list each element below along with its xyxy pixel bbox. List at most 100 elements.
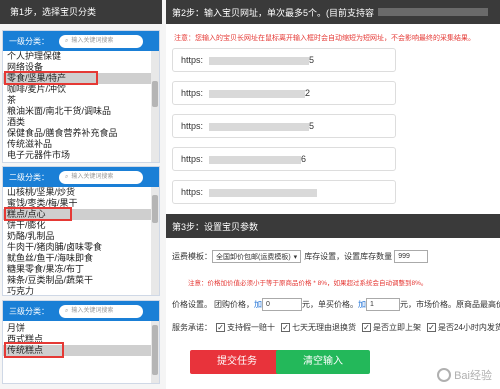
category-level1-header: 一级分类： ⌕ 输入关键词搜索 — [3, 31, 159, 51]
url-prefix: https: — [181, 88, 204, 98]
list-item[interactable]: 传统糕点 — [3, 345, 159, 356]
scrollbar[interactable] — [151, 321, 159, 383]
search-icon: ⌕ — [65, 173, 69, 180]
list-item[interactable]: 山核桃/坚果/炒货 — [3, 187, 159, 198]
check-icon: ✓ — [427, 322, 436, 332]
list-item[interactable]: 糕点/点心 — [3, 209, 159, 220]
watermark-logo-icon — [437, 368, 452, 382]
service-checkbox-label: 七天无理由退换货 — [292, 323, 356, 332]
scrollbar-thumb[interactable] — [152, 325, 158, 375]
list-item[interactable]: 奶酪/乳制品 — [3, 231, 159, 242]
shipping-select-value: 全国卸价包邮(运费模板) — [216, 253, 291, 261]
url-input[interactable]: https: 5 — [172, 48, 396, 72]
category-level2-list[interactable]: 山核桃/坚果/炒货 蜜饯/枣类/梅/果干 糕点/点心 饼干/膨化 奶酪/乳制品 牛肉干/猪… — [3, 187, 159, 295]
search-placeholder: 输入关键词搜索 — [71, 307, 114, 314]
list-item[interactable]: 西式糕点 — [3, 334, 159, 345]
blurred-region — [209, 155, 302, 164]
category-panel: 第1步，选择宝贝分类 一级分类： ⌕ 输入关键词搜索 个人护理保健 网络设备 零食/… — [0, 0, 162, 389]
service-checkbox[interactable]: ✓ 是否24小时内发货 — [427, 322, 500, 333]
url-suffix: 5 — [309, 121, 315, 131]
blurred-region — [209, 56, 310, 65]
stock-input[interactable]: 999 — [394, 250, 429, 263]
category-level2-search[interactable]: ⌕ 输入关键词搜索 — [59, 170, 143, 184]
url-input[interactable]: https: 2 — [172, 81, 396, 105]
url-input[interactable]: https: 5 — [172, 114, 396, 138]
url-prefix: https: — [181, 121, 204, 131]
single-price-input[interactable]: 1 — [366, 298, 400, 311]
market-price-label: 元，市场价格。 — [400, 300, 456, 309]
list-item[interactable]: 电子元器件市场 — [3, 150, 159, 161]
scrollbar[interactable] — [151, 187, 159, 295]
list-item[interactable]: 辣条/豆类制品/蔬菜干 — [3, 275, 159, 286]
search-icon: ⌕ — [65, 37, 69, 44]
scrollbar-thumb[interactable] — [152, 195, 158, 223]
category-level1-label: 一级分类： — [9, 36, 49, 46]
service-checkbox-label: 是否立即上架 — [373, 323, 421, 332]
group-price-input[interactable]: 0 — [262, 298, 302, 311]
service-checkbox-label: 是否24小时内发货 — [438, 323, 500, 332]
blurred-region — [378, 8, 489, 16]
blurred-region — [209, 188, 318, 197]
url-suffix: 2 — [305, 88, 311, 98]
price-note: 注意：价格加价值必须小于等于原商品价格 * 8%，如果超过系统会自动调整到8%。 — [188, 280, 428, 287]
clear-input-button[interactable]: 清空输入 — [276, 350, 370, 374]
service-checkbox[interactable]: ✓ 支持假一赔十 — [216, 322, 275, 333]
list-item[interactable]: 饼干/膨化 — [3, 220, 159, 231]
list-item[interactable]: 酒类 — [3, 117, 159, 128]
list-item[interactable]: 鱿鱼丝/鱼干/海味即食 — [3, 253, 159, 264]
list-item[interactable]: 茶 — [3, 95, 159, 106]
category-level3-search[interactable]: ⌕ 输入关键词搜索 — [59, 304, 143, 318]
step2-note: 注意：您输入的宝贝长网址在鼠标离开输入框时会自动缩短为短网址，不会影响最终的采集… — [174, 35, 475, 42]
list-item[interactable]: 月饼 — [3, 323, 159, 334]
url-input[interactable]: https: — [172, 180, 396, 204]
step3-label: 第3步：设置宝贝参数 — [172, 221, 259, 232]
category-level2-header: 二级分类： ⌕ 输入关键词搜索 — [3, 167, 159, 187]
url-suffix: 6 — [301, 154, 307, 164]
search-icon: ⌕ — [65, 307, 69, 314]
price-label: 价格设置。 — [172, 300, 212, 309]
service-checkbox[interactable]: ✓ 是否立即上架 — [362, 322, 421, 333]
list-item[interactable]: 牛肉干/猪肉脯/卤味零食 — [3, 242, 159, 253]
list-item[interactable]: 咖啡/麦片/冲饮 — [3, 84, 159, 95]
shipping-row: 运费模板： 全国卸价包邮(运费模板) ▾ 库存设置，设置库存数量 999 — [172, 250, 429, 263]
list-item[interactable]: 糖果零食/果冻/布丁 — [3, 264, 159, 275]
group-plus-label: 加 — [254, 300, 262, 309]
submit-task-button[interactable]: 提交任务 — [190, 350, 284, 374]
list-item[interactable]: 网络设备 — [3, 62, 159, 73]
list-item[interactable]: 传统滋补品 — [3, 139, 159, 150]
list-item[interactable]: 个人护理保健 — [3, 51, 159, 62]
list-item[interactable]: 巧克力 — [3, 286, 159, 295]
watermark-text: Bai经验 — [454, 370, 492, 382]
service-label: 服务承诺： — [172, 323, 212, 332]
service-checkbox-group: ✓ 支持假一赔十 ✓ 七天无理由退换货 ✓ 是否立即上架 ✓ 是否24小时内发货 — [216, 322, 500, 333]
service-checkbox[interactable]: ✓ 七天无理由退换货 — [281, 322, 356, 333]
shipping-select[interactable]: 全国卸价包邮(运费模板) ▾ — [212, 250, 302, 263]
service-checkbox-label: 支持假一赔十 — [227, 323, 275, 332]
shipping-label: 运费模板： — [172, 252, 212, 261]
blurred-region — [209, 89, 306, 98]
category-level3: 三级分类： ⌕ 输入关键词搜索 月饼 西式糕点 传统糕点 — [2, 300, 160, 384]
watermark: Bai经验 — [437, 367, 492, 383]
group-unit-label: 元 — [302, 300, 310, 309]
search-placeholder: 输入关键词搜索 — [71, 37, 114, 44]
service-row: 服务承诺： ✓ 支持假一赔十 ✓ 七天无理由退换货 ✓ 是否立即上架 ✓ 是否24小时内发货 — [172, 322, 500, 333]
check-icon: ✓ — [281, 322, 290, 332]
scrollbar[interactable] — [151, 51, 159, 162]
category-level1-list[interactable]: 个人护理保健 网络设备 零食/坚果/特产 咖啡/麦片/冲饮茶粮油米面/南北干货/调味品… — [3, 51, 159, 161]
list-item[interactable]: 保健食品/膳食营养补充食品 — [3, 128, 159, 139]
list-item[interactable]: 零食/坚果/特产 — [3, 73, 159, 84]
step2-label: 第2步：输入宝贝网址，单次最多5个。(目前支持容 — [172, 7, 375, 18]
check-icon: ✓ — [362, 322, 371, 332]
category-level2: 二级分类： ⌕ 输入关键词搜索 山核桃/坚果/炒货 蜜饯/枣类/梅/果干 糕点/点心… — [2, 166, 160, 296]
list-item[interactable]: 蜜饯/枣类/梅/果干 — [3, 198, 159, 209]
list-item[interactable]: 粮油米面/南北干货/调味品 — [3, 106, 159, 117]
price-row: 价格设置。 团购价格， 加 0 元 ，单买价格。 加 1 元，市场价格。 原商品… — [172, 298, 500, 311]
url-prefix: https: — [181, 154, 204, 164]
category-level1-search[interactable]: ⌕ 输入关键词搜索 — [59, 34, 143, 48]
scrollbar-thumb[interactable] — [152, 81, 158, 107]
url-input[interactable]: https: 6 — [172, 147, 396, 171]
category-level3-header: 三级分类： ⌕ 输入关键词搜索 — [3, 301, 159, 321]
category-level3-list[interactable]: 月饼 西式糕点 传统糕点 — [3, 321, 159, 383]
blurred-region — [209, 122, 310, 131]
check-icon: ✓ — [216, 322, 225, 332]
